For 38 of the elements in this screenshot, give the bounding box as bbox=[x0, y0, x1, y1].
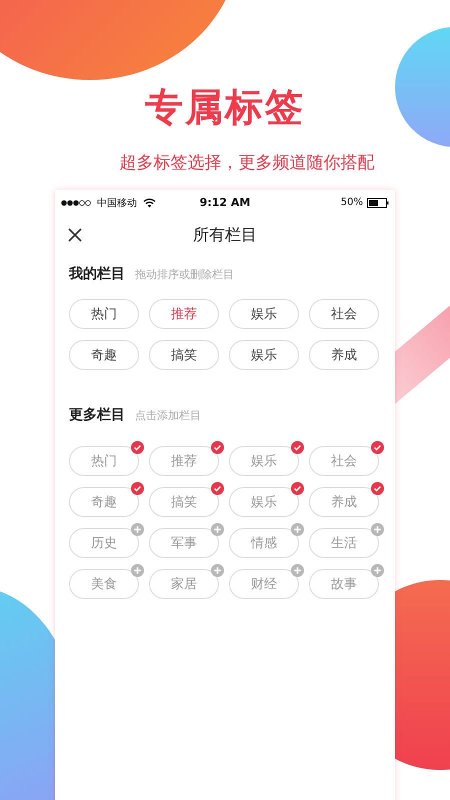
channel-tag[interactable]: 生活 bbox=[309, 528, 379, 558]
wifi-icon bbox=[143, 198, 156, 208]
channel-tag[interactable]: 娱乐 bbox=[229, 340, 299, 370]
channel-tag[interactable]: 养成 bbox=[309, 487, 379, 517]
channel-tag[interactable]: 社会 bbox=[309, 446, 379, 476]
status-time: 9:12 AM bbox=[200, 196, 250, 209]
channel-tag[interactable]: 推荐 bbox=[149, 446, 219, 476]
carrier-name: 中国移动 bbox=[97, 196, 137, 210]
channel-tag[interactable]: 家居 bbox=[149, 569, 219, 599]
battery-icon bbox=[367, 198, 389, 208]
channel-tag[interactable]: 推荐 bbox=[149, 299, 219, 329]
channel-tag[interactable]: 历史 bbox=[69, 528, 139, 558]
channel-tag[interactable]: 奇趣 bbox=[69, 487, 139, 517]
channel-tag[interactable]: 情感 bbox=[229, 528, 299, 558]
screen-title: 所有栏目 bbox=[193, 224, 257, 246]
promo-subtitle: 超多标签选择，更多频道随你搭配 bbox=[120, 152, 374, 174]
close-icon bbox=[68, 228, 82, 242]
section-hint: 点击添加栏目 bbox=[135, 408, 201, 423]
channel-tag[interactable]: 娱乐 bbox=[229, 487, 299, 517]
section-title: 更多栏目 bbox=[69, 406, 125, 424]
channel-tag[interactable]: 故事 bbox=[309, 569, 379, 599]
channel-tag[interactable]: 社会 bbox=[309, 299, 379, 329]
channel-tag[interactable]: 军事 bbox=[149, 528, 219, 558]
channel-tag[interactable]: 热门 bbox=[69, 299, 139, 329]
channel-tag[interactable]: 搞笑 bbox=[149, 340, 219, 370]
promo-title: 专属标签 bbox=[145, 84, 305, 130]
channel-tag[interactable]: 养成 bbox=[309, 340, 379, 370]
channel-tag[interactable]: 财经 bbox=[229, 569, 299, 599]
channel-tag[interactable]: 美食 bbox=[69, 569, 139, 599]
channel-tag[interactable]: 娱乐 bbox=[229, 446, 299, 476]
channel-tag[interactable]: 娱乐 bbox=[229, 299, 299, 329]
section-hint: 拖动排序或删除栏目 bbox=[135, 267, 234, 282]
channel-tag[interactable]: 热门 bbox=[69, 446, 139, 476]
channel-tag[interactable]: 奇趣 bbox=[69, 340, 139, 370]
signal-icon bbox=[61, 200, 91, 206]
battery-percent: 50% bbox=[340, 197, 363, 208]
section-title: 我的栏目 bbox=[69, 265, 125, 283]
channel-tag[interactable]: 搞笑 bbox=[149, 487, 219, 517]
